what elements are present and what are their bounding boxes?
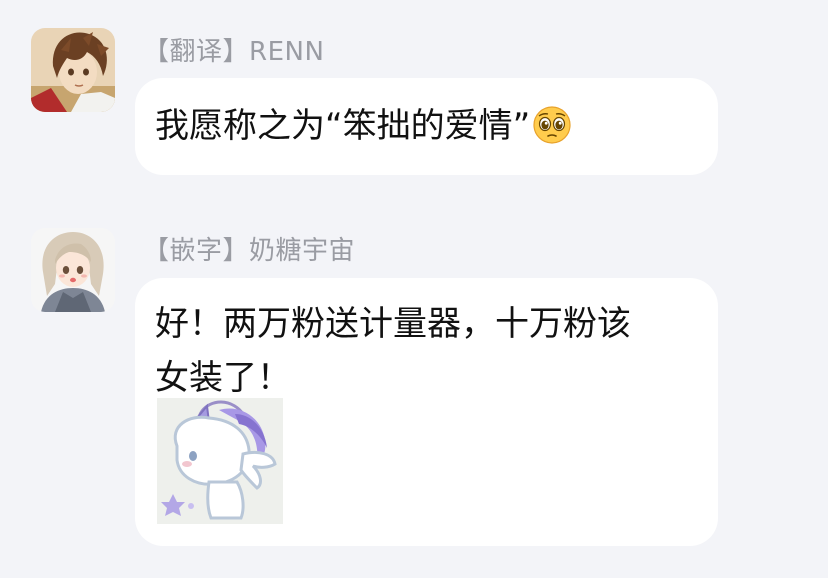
message-text: 好！两万粉送计量器，十万粉该 女装了！ (155, 304, 631, 398)
sender-name: 【翻译】RENN (143, 37, 325, 67)
anime-girl-avatar-icon (31, 228, 115, 312)
unicorn-sticker-icon (157, 398, 283, 524)
chat-message: 【嵌字】奶糖宇宙 好！两万粉送计量器，十万粉该 女装了！ (0, 190, 828, 578)
chat-message: 【翻译】RENN 我愿称之为“笨拙的爱情” (0, 0, 828, 190)
avatar[interactable] (31, 28, 115, 112)
message-bubble[interactable]: 我愿称之为“笨拙的爱情” (135, 78, 718, 175)
unicorn-sticker[interactable] (157, 398, 283, 524)
anime-boy-avatar-icon (31, 28, 115, 112)
message-text: 我愿称之为“笨拙的爱情” (155, 106, 531, 146)
sender-name: 【嵌字】奶糖宇宙 (143, 236, 356, 266)
pleading-face-emoji-icon (532, 105, 572, 145)
avatar[interactable] (31, 228, 115, 312)
